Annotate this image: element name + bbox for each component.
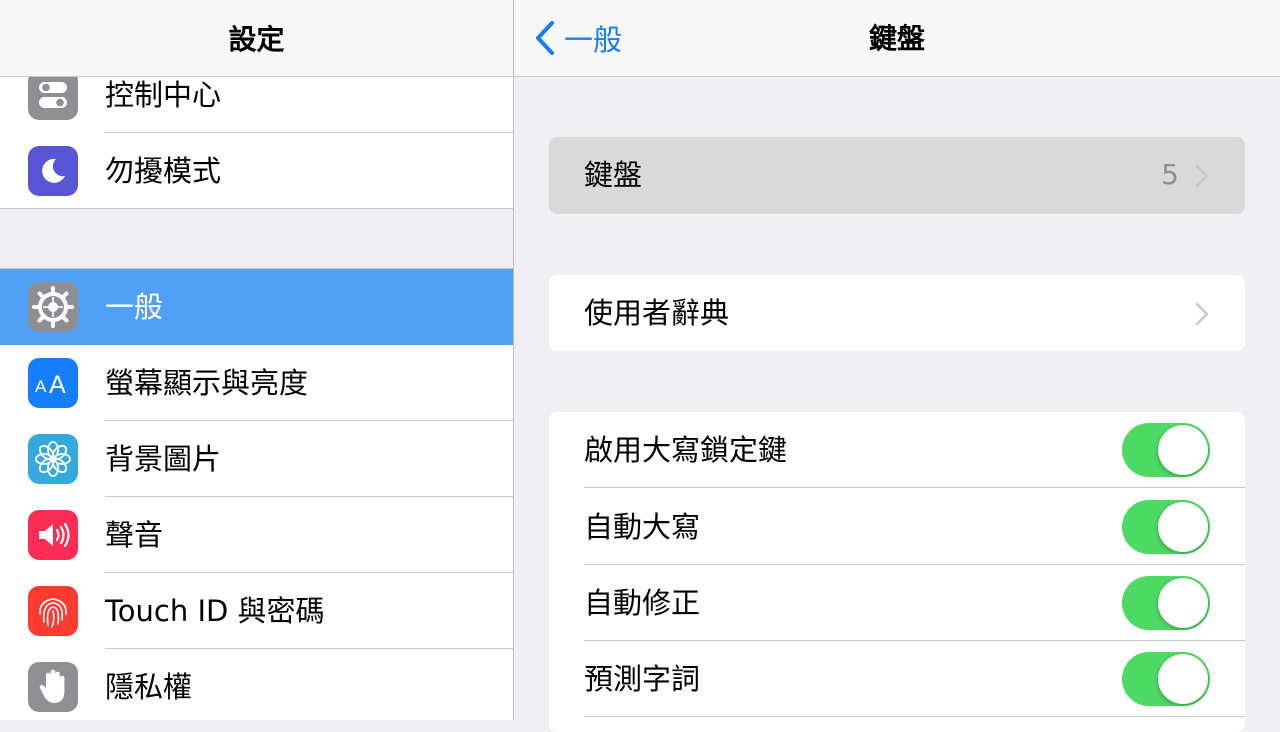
predictive-toggle[interactable]	[1122, 652, 1210, 706]
toggle-knob	[1158, 578, 1208, 628]
sidebar-item-label: 聲音	[105, 518, 164, 552]
toggle-knob	[1158, 425, 1208, 475]
sidebar-item-touch-id-passcode[interactable]: Touch ID 與密碼	[0, 573, 513, 649]
auto-capitalization-toggle[interactable]	[1122, 500, 1210, 554]
keyboards-count: 5	[1161, 158, 1179, 191]
gear-icon	[28, 282, 78, 332]
sidebar-item-label: 隱私權	[105, 670, 193, 704]
auto-correction-row: 自動修正	[549, 565, 1245, 641]
auto-capitalization-row: 自動大寫	[549, 489, 1245, 565]
sidebar-group-1: 控制中心 勿擾模式	[0, 56, 513, 209]
chevron-right-icon	[1195, 302, 1209, 326]
row-divider	[584, 716, 1245, 717]
sidebar-header: 設定	[0, 0, 513, 77]
user-dictionary-label: 使用者辭典	[584, 296, 730, 330]
sidebar-item-label: Touch ID 與密碼	[105, 594, 325, 628]
keyboards-card: 鍵盤 5	[549, 137, 1245, 214]
dictionary-card: 使用者辭典	[549, 275, 1245, 351]
detail-nav-bar: 一般 鍵盤	[514, 0, 1280, 77]
text-size-icon: A A	[28, 358, 78, 408]
toggle-knob	[1158, 654, 1208, 704]
predictive-row: 預測字詞	[549, 641, 1245, 717]
split-view-divider	[513, 0, 514, 720]
keyboards-label: 鍵盤	[584, 158, 643, 192]
sidebar-item-display-brightness[interactable]: A A 螢幕顯示與亮度	[0, 345, 513, 421]
toggle-knob	[1158, 502, 1208, 552]
row-divider	[584, 487, 1245, 488]
keyboards-row[interactable]: 鍵盤 5	[549, 137, 1245, 214]
speaker-icon	[28, 510, 78, 560]
sidebar-item-label: 螢幕顯示與亮度	[105, 366, 309, 400]
chevron-right-icon	[1195, 164, 1209, 188]
sidebar-item-label: 背景圖片	[105, 442, 222, 476]
auto-correction-label: 自動修正	[584, 586, 701, 620]
sidebar-item-label: 勿擾模式	[105, 154, 222, 188]
moon-icon	[28, 146, 78, 196]
page-title: 鍵盤	[868, 22, 925, 55]
sidebar-group-2: 一般 A A 螢幕顯示與亮度 背景圖片 聲音 Touch ID 與密碼 隱私權	[0, 268, 513, 720]
control-center-icon	[28, 70, 78, 120]
flower-icon	[28, 434, 78, 484]
fingerprint-icon	[28, 586, 78, 636]
sidebar-item-privacy[interactable]: 隱私權	[0, 649, 513, 720]
svg-text:A: A	[35, 377, 47, 396]
caps-lock-toggle[interactable]	[1122, 423, 1210, 477]
sidebar-item-general[interactable]: 一般	[0, 269, 513, 345]
sidebar-item-sounds[interactable]: 聲音	[0, 497, 513, 573]
caps-lock-row: 啟用大寫鎖定鍵	[549, 412, 1245, 488]
keyboard-settings-pane: 一般 鍵盤 鍵盤 5 使用者辭典 啟用大寫鎖定鍵 自動大寫 自動修正 預測字詞	[514, 0, 1280, 732]
keyboard-options-card: 啟用大寫鎖定鍵 自動大寫 自動修正 預測字詞	[549, 412, 1245, 732]
sidebar-item-wallpaper[interactable]: 背景圖片	[0, 421, 513, 497]
sidebar-title: 設定	[228, 23, 285, 56]
predictive-label: 預測字詞	[584, 662, 701, 696]
settings-sidebar: 控制中心 勿擾模式 一般 A A 螢幕顯示與亮度 背景圖片 聲音 Touch I…	[0, 0, 513, 720]
auto-correction-toggle[interactable]	[1122, 576, 1210, 630]
svg-text:A: A	[49, 371, 66, 398]
sidebar-item-label: 一般	[105, 290, 164, 324]
user-dictionary-row[interactable]: 使用者辭典	[549, 275, 1245, 351]
hand-icon	[28, 662, 78, 712]
caps-lock-label: 啟用大寫鎖定鍵	[584, 433, 788, 467]
sidebar-item-do-not-disturb[interactable]: 勿擾模式	[0, 133, 513, 209]
auto-capitalization-label: 自動大寫	[584, 510, 701, 544]
